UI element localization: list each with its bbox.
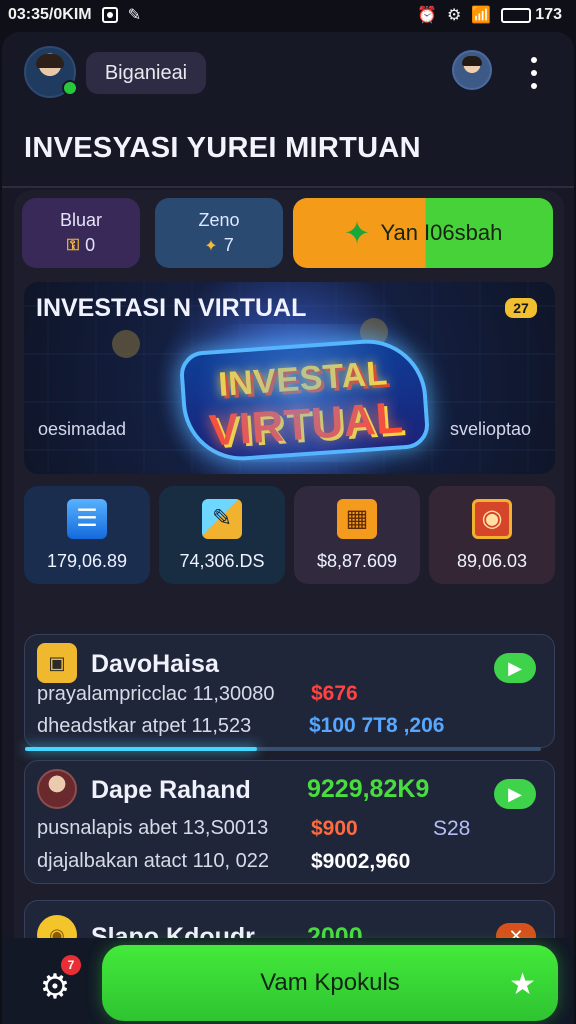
banner-logo: INVESTAL VIRTUAL (178, 335, 431, 465)
stat-card-edit[interactable]: ✎ 74,306.DS (159, 486, 285, 584)
stats-grid: ☰ 179,06.89 ✎ 74,306.DS ▦ $8,87.609 ◉ 89… (24, 486, 555, 584)
play-button[interactable]: ▶ (494, 779, 536, 809)
row-line-1: pusnalapis abet 13,S0013 (37, 817, 269, 839)
notification-badge: 7 (61, 955, 81, 975)
status-left: 03:35/0KIM ✎ (8, 5, 141, 25)
row-value-2: $100 7T8 ,206 (309, 714, 445, 737)
stat-card-safe[interactable]: ◉ 89,06.03 (429, 486, 555, 584)
logo-top-text: INVESTAL (217, 354, 389, 404)
status-right: ⏰ ⚙ 📶 173 (417, 5, 562, 25)
more-menu-icon[interactable] (524, 57, 544, 89)
settings-icon: ⚙ (447, 7, 462, 24)
stat-card-grid[interactable]: ▦ $8,87.609 (294, 486, 420, 584)
row-progress-track (25, 747, 541, 751)
stat-card-document[interactable]: ☰ 179,06.89 (24, 486, 150, 584)
banner-left-caption: oesimadad (38, 419, 127, 439)
primary-action-button[interactable]: Vam Kpokuls ★ (102, 945, 558, 1021)
row-line-2: djajalbakan atact 110, 022 (37, 850, 270, 872)
primary-action-label: Vam Kpokuls (260, 969, 400, 996)
row-title: Dape Rahand (91, 776, 251, 804)
secondary-avatar[interactable] (452, 50, 492, 90)
key-icon: ⚿ (66, 236, 80, 254)
top-cta-label: Yan I06sbah (380, 220, 503, 245)
edit-icon: ✎ (127, 7, 141, 24)
stat-value: 74,306.DS (179, 550, 265, 571)
market-row[interactable]: ▣ DavoHaisa ▶ prayalampricclac 11,30080 … (24, 634, 555, 751)
app-frame: Biganieai INVESYASI YUREI MIRTUAN Bluar … (2, 32, 574, 1024)
status-time: 03:35/0KIM (8, 6, 92, 23)
banner-badge: 27 (505, 298, 537, 318)
battery-icon (501, 7, 532, 23)
row-value-1: $900 (311, 817, 358, 840)
document-icon: ☰ (67, 498, 107, 539)
star-icon: ✦ (343, 215, 371, 251)
play-button[interactable]: ▶ (494, 653, 536, 683)
row-value-3: S28 (433, 817, 471, 840)
online-status-icon (62, 80, 78, 96)
battery-text: 173 (535, 6, 562, 23)
zeno-title: Zeno (198, 210, 240, 230)
user-name: Biganieai (104, 61, 188, 84)
stat-value: 89,06.03 (456, 550, 528, 571)
wifi-icon: 📶 (471, 7, 492, 24)
zeno-value: 7 (223, 235, 234, 255)
banner-right-caption: svelioptao (449, 419, 531, 439)
user-name-pill[interactable]: Biganieai (86, 52, 206, 94)
content-card: Bluar ⚿ 0 Zeno ✦ 7 ✦ Yan I06sbah INVESTA… (14, 190, 564, 1024)
row-line-1: prayalampricclac 11,30080 (37, 683, 275, 705)
alarm-icon: ⏰ (417, 7, 438, 24)
star-icon: ★ (509, 968, 536, 1001)
market-row[interactable]: Dape Rahand 9229,82K9 ▶ pusnalapis abet … (24, 760, 555, 884)
row-line-2: dheadstkar atpet 11,523 (37, 715, 252, 737)
zeno-value-row: ✦ 7 (204, 235, 233, 256)
notification-square-icon (101, 7, 118, 23)
safe-icon: ◉ (472, 498, 512, 539)
bluar-chip[interactable]: Bluar ⚿ 0 (22, 198, 140, 268)
page-title: INVESYASI YUREI MIRTUAN (24, 132, 421, 164)
top-chips: Bluar ⚿ 0 Zeno ✦ 7 ✦ Yan I06sbah (14, 190, 564, 272)
row-progress-fill (25, 747, 258, 751)
bottom-navigation: ⚙ 7 Vam Kpokuls ★ (2, 938, 574, 1024)
sparkle-icon: ✦ (204, 237, 218, 255)
row-value-2: $9002,960 (311, 850, 411, 873)
banner-title: INVESTASI N VIRTUAL (36, 294, 307, 322)
zeno-chip[interactable]: Zeno ✦ 7 (155, 198, 283, 268)
grid-icon: ▦ (337, 498, 377, 539)
promo-banner[interactable]: INVESTASI N VIRTUAL 27 INVESTAL VIRTUAL … (24, 282, 555, 474)
coin-icon (112, 330, 140, 358)
bag-icon: ▣ (37, 643, 77, 683)
bluar-title: Bluar (59, 210, 103, 230)
pencil-icon: ✎ (202, 498, 242, 539)
row-metric: 9229,82K9 (307, 775, 430, 803)
logo-bottom-text: VIRTUAL (207, 393, 405, 456)
top-bar: Biganieai (2, 32, 574, 114)
coin-icon-2 (360, 318, 388, 346)
bluar-value-row: ⚿ 0 (67, 235, 95, 256)
stat-value: 179,06.89 (46, 550, 128, 571)
row-value-1: $676 (311, 682, 358, 705)
person-avatar (37, 769, 77, 809)
top-cta-button[interactable]: ✦ Yan I06sbah (293, 198, 553, 268)
bluar-value: 0 (85, 235, 96, 255)
battery-indicator: 173 (501, 6, 562, 24)
stat-value: $8,87.609 (316, 550, 398, 571)
row-title: DavoHaisa (91, 650, 219, 678)
status-bar: 03:35/0KIM ✎ ⏰ ⚙ 📶 173 (0, 0, 576, 30)
title-divider (2, 186, 574, 188)
